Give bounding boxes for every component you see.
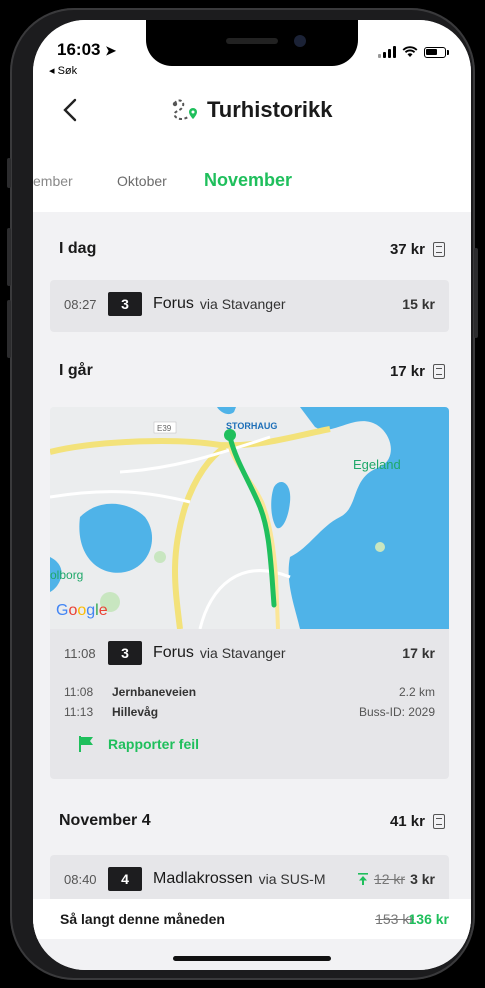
trip-destination: Forus [153,644,194,661]
trip-card-expanded[interactable]: 11:08 3 Forus via Stavanger 17 kr 11:08 … [50,629,449,779]
month-tabs: ember Oktober November [33,140,471,212]
trip-card[interactable]: 08:27 3 Forus via Stavanger 15 kr [50,280,449,332]
page-title-group: Turhistorikk [171,97,333,123]
report-error-button[interactable]: Rapporter feil [78,735,199,753]
day-label: I dag [59,240,97,257]
back-chevron-icon[interactable] [59,96,83,124]
mute-switch [7,158,11,188]
home-indicator[interactable] [173,956,331,961]
page-title: Turhistorikk [207,97,333,122]
month-summary-bar: Så langt denne måneden 153 kr 136 kr [33,899,471,939]
month-summary-label: Så langt denne måneden [60,911,225,927]
trip-time: 11:08 [64,645,96,661]
trip-old-price: 12 kr [373,871,406,887]
route-number-badge: 3 [108,292,142,316]
day-label: I går [59,362,93,379]
upgrade-arrow-icon [357,872,368,885]
camera-notch [146,20,358,66]
month-summary-total: 136 kr [408,911,449,927]
route-number-badge: 3 [108,641,142,665]
receipt-icon[interactable] [433,363,445,379]
trip-price: 15 kr [402,296,435,312]
tab-september[interactable]: ember [33,173,73,189]
power-button [474,248,478,338]
trip-via: via Stavanger [199,296,286,312]
trip-via: via SUS-M [258,871,325,887]
volume-up-button [7,228,11,286]
tab-november[interactable]: November [204,170,292,191]
route-number-badge: 4 [108,867,142,891]
receipt-icon[interactable] [433,241,445,257]
receipt-icon[interactable] [433,813,445,829]
day-total: 41 kr [390,813,445,830]
trip-destination: Madlakrossen [153,870,253,887]
day-header-nov4: November 4 41 kr [59,812,445,830]
report-error-label: Rapporter feil [108,736,200,752]
tab-october[interactable]: Oktober [117,173,167,189]
map-label-e39: E39 [157,424,172,433]
trip-price: 17 kr [402,645,435,661]
trip-time: 08:40 [64,871,97,887]
volume-down-button [7,300,11,358]
app-screen: 16:03 ➤ ◂ Søk Turhistorikk ember Oktober… [33,20,471,970]
map-label-egeland: Egeland [353,457,401,472]
system-icons [378,46,449,58]
wifi-icon [402,46,418,57]
day-total: 17 kr [390,363,445,380]
map-label-storhaug: STORHAUG [226,421,277,431]
trip-list: I dag 37 kr 08:27 3 Forus via Stavanger … [33,212,471,970]
day-header-today: I dag 37 kr [59,240,445,258]
map-label-olborg: olborg [50,568,83,582]
stop-row-alighting: 11:13 Hillevåg Buss-ID: 2029 [64,705,435,719]
clock: 16:03 ➤ [57,40,117,59]
day-header-yesterday: I går 17 kr [59,362,445,380]
trip-time: 08:27 [64,296,97,312]
back-to-app-link[interactable]: ◂ Søk [49,64,77,77]
day-total: 37 kr [390,241,445,258]
trip-price: 3 kr [410,871,435,887]
map-canvas: E39 STORHAUG Egeland olborg Google [50,407,449,629]
day-label: November 4 [59,812,151,829]
flag-icon [79,736,93,752]
nav-header: Turhistorikk [33,80,471,140]
google-logo: Google [56,602,108,619]
battery-icon [424,46,449,58]
trip-route-icon [172,99,197,120]
cellular-signal-icon [378,46,396,58]
trip-price-group: 12 kr 3 kr [357,871,435,887]
trip-via: via Stavanger [199,645,286,661]
trip-map[interactable]: E39 STORHAUG Egeland olborg Google [50,407,449,629]
trip-destination: Forus [153,295,194,312]
stop-row-boarding: 11:08 Jernbaneveien 2.2 km [64,685,435,699]
